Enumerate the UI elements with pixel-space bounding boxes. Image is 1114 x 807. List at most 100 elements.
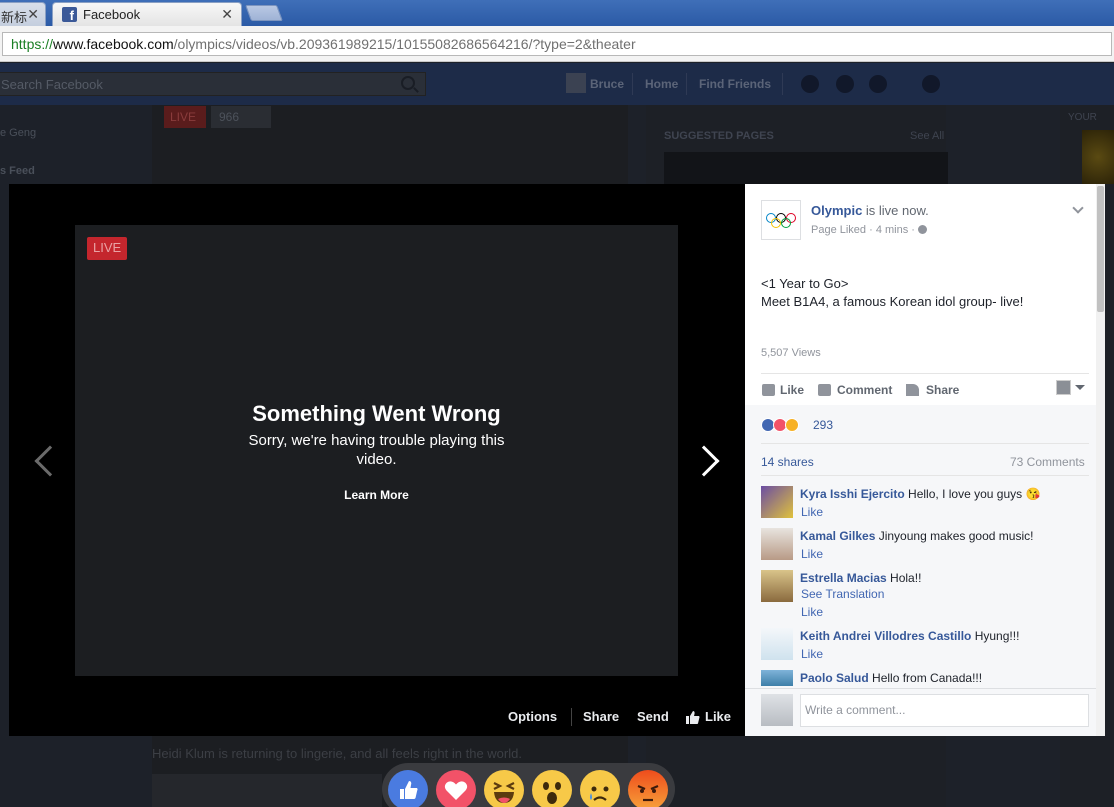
comment: Kyra Isshi Ejercito Hello, I love you gu… xyxy=(800,487,1041,501)
error-title: Something Went Wrong xyxy=(252,401,501,426)
friend-requests-icon[interactable] xyxy=(801,75,819,93)
post-comment-button[interactable]: Comment xyxy=(837,383,892,397)
comment-icon xyxy=(818,384,831,396)
thumbs-up-icon xyxy=(686,711,700,724)
video-share-button[interactable]: Share xyxy=(583,709,619,727)
avatar[interactable] xyxy=(1056,380,1071,395)
messages-icon[interactable] xyxy=(836,75,854,93)
tab-close-icon[interactable]: ✕ xyxy=(221,6,233,23)
panel-scrollbar[interactable] xyxy=(1096,184,1105,736)
haha-reaction-icon[interactable] xyxy=(484,770,524,807)
post-meta: Page Liked · 4 mins · xyxy=(811,224,927,236)
sidebar-item-news-feed[interactable]: s Feed xyxy=(0,165,35,177)
tab-close-icon[interactable]: ✕ xyxy=(27,6,39,23)
view-count: 5,507 Views xyxy=(761,347,821,359)
nav-profile-name[interactable]: Bruce xyxy=(590,77,624,91)
comment-author[interactable]: Paolo Salud xyxy=(800,671,869,685)
search-input[interactable]: Search Facebook xyxy=(0,72,426,96)
search-icon[interactable] xyxy=(401,76,415,90)
new-tab-button[interactable] xyxy=(245,5,283,21)
feed-post-caption: Heidi Klum is returning to lingerie, and… xyxy=(152,746,522,761)
address-bar-area: https://www.facebook.com/olympics/videos… xyxy=(0,26,1114,62)
comment-author[interactable]: Kyra Isshi Ejercito xyxy=(800,487,905,501)
feed-live-badge: LIVE xyxy=(164,106,206,128)
haha-reaction-icon xyxy=(785,418,799,432)
comment-author[interactable]: Estrella Macias xyxy=(800,571,887,585)
learn-more-link[interactable]: Learn More xyxy=(75,488,678,502)
commenter-avatar[interactable] xyxy=(761,670,793,686)
comment-input[interactable] xyxy=(805,703,1075,717)
see-all-link[interactable]: See All xyxy=(910,130,944,142)
comment-like-link[interactable]: Like xyxy=(801,547,823,561)
notifications-icon[interactable] xyxy=(869,75,887,93)
commenter-avatar[interactable] xyxy=(761,528,793,560)
commenter-avatar[interactable] xyxy=(761,628,793,660)
facebook-favicon-icon: f xyxy=(62,7,77,23)
comment: Keith Andrei Villodres Castillo Hyung!!! xyxy=(800,629,1020,643)
post-like-button[interactable]: Like xyxy=(780,383,804,397)
comment-count[interactable]: 73 Comments xyxy=(1010,455,1085,469)
commenter-avatar[interactable] xyxy=(761,486,793,518)
video-bar-divider xyxy=(571,708,572,726)
video-options-button[interactable]: Options xyxy=(508,709,557,727)
feed-post-image xyxy=(152,774,382,807)
divider xyxy=(745,688,1096,689)
comment: Kamal Gilkes Jinyoung makes good music! xyxy=(800,529,1034,543)
nav-divider xyxy=(632,73,633,95)
avatar xyxy=(761,694,793,726)
sad-reaction-icon[interactable] xyxy=(580,770,620,807)
love-reaction-icon[interactable] xyxy=(436,770,476,807)
suggested-page-image[interactable] xyxy=(664,152,948,188)
nav-divider xyxy=(782,73,783,95)
video-like-button[interactable]: Like xyxy=(705,709,731,727)
search-placeholder: Search Facebook xyxy=(1,77,103,92)
share-arrow-icon xyxy=(906,384,919,396)
post-share-button[interactable]: Share xyxy=(926,383,959,397)
address-bar[interactable]: https://www.facebook.com/olympics/videos… xyxy=(2,32,1112,56)
error-message: Sorry, we're having trouble playing this… xyxy=(248,432,505,468)
browser-tab-bar: 新标 ✕ f Facebook ✕ xyxy=(0,0,1114,26)
feed-view-count: 966 xyxy=(211,106,271,128)
comment-like-link[interactable]: Like xyxy=(801,605,823,619)
nav-divider xyxy=(686,73,687,95)
shares-link[interactable]: 14 shares xyxy=(761,455,814,469)
comment: Paolo Salud Hello from Canada!!! xyxy=(800,671,983,685)
divider xyxy=(761,475,1089,476)
video-player[interactable]: LIVE Something Went Wrong Sorry, we're h… xyxy=(75,225,678,676)
chevron-down-icon[interactable] xyxy=(1075,385,1085,390)
comment-box[interactable] xyxy=(800,694,1089,727)
browser-tab-new[interactable]: 新标 ✕ xyxy=(0,2,46,26)
video-send-button[interactable]: Send xyxy=(637,709,669,727)
see-translation-link[interactable]: See Translation xyxy=(801,587,884,601)
privacy-shortcuts-icon[interactable] xyxy=(922,75,940,93)
comment-author[interactable]: Keith Andrei Villodres Castillo xyxy=(800,629,971,643)
globe-icon xyxy=(917,225,927,234)
live-badge: LIVE xyxy=(87,237,128,260)
avatar[interactable] xyxy=(566,73,586,93)
scrollbar-thumb[interactable] xyxy=(1097,186,1104,312)
tab-title: Facebook xyxy=(83,7,141,22)
page-name-link[interactable]: Olympic xyxy=(811,203,862,218)
nav-home[interactable]: Home xyxy=(645,77,678,91)
comment-like-link[interactable]: Like xyxy=(801,505,823,519)
like-reaction-icon[interactable] xyxy=(388,770,428,807)
nav-find-friends[interactable]: Find Friends xyxy=(699,77,771,91)
suggested-pages-heading: SUGGESTED PAGES xyxy=(664,130,774,142)
comment-author[interactable]: Kamal Gilkes xyxy=(800,529,875,543)
browser-tab-facebook[interactable]: f Facebook ✕ xyxy=(52,2,242,26)
post-text: <1 Year to Go> Meet B1A4, a famous Korea… xyxy=(761,276,1024,309)
commenter-avatar[interactable] xyxy=(761,570,793,602)
wow-reaction-icon[interactable] xyxy=(532,770,572,807)
like-icon xyxy=(762,384,775,396)
divider xyxy=(761,373,1089,374)
divider xyxy=(761,443,1089,444)
olympic-page-avatar[interactable] xyxy=(761,200,801,240)
reaction-count[interactable]: 293 xyxy=(813,418,833,432)
comment: Estrella Macias Hola!! xyxy=(800,571,922,585)
game-thumbnail[interactable] xyxy=(1082,130,1114,184)
post-header: Olympic is live now. xyxy=(811,203,929,218)
your-games-heading: YOUR xyxy=(1068,112,1097,123)
angry-reaction-icon[interactable] xyxy=(628,770,668,807)
sidebar-profile-name[interactable]: e Geng xyxy=(0,127,36,139)
comment-like-link[interactable]: Like xyxy=(801,647,823,661)
